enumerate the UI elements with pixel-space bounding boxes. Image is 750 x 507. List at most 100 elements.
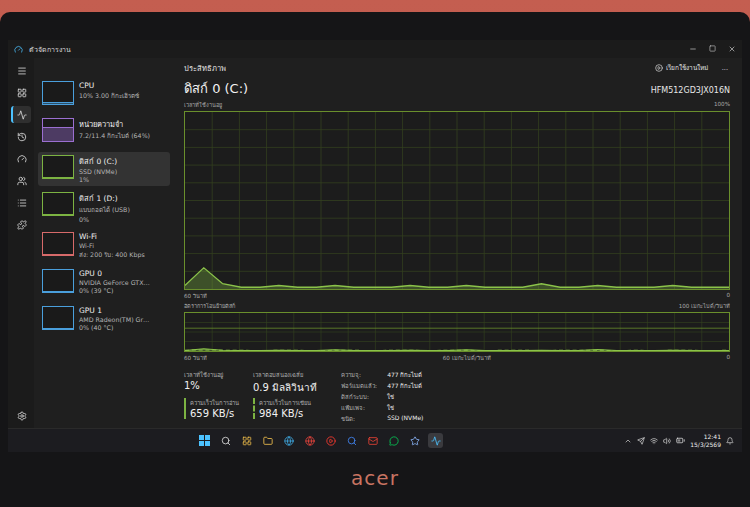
- bell-icon[interactable]: [726, 437, 734, 445]
- property-value: ใช่: [387, 403, 423, 413]
- sidebar-text: CPU10% 3.00 กิกะเฮิรตซ์: [79, 81, 139, 101]
- nav-button[interactable]: [11, 407, 31, 424]
- run-task-button[interactable]: เรียกใช้งานใหม่: [653, 62, 710, 74]
- sidebar-item-detail: 0%: [79, 216, 130, 223]
- volume-icon[interactable]: [663, 437, 671, 445]
- disk-header: ดิสก์ 0 (C:) HFM512GD3JX016N: [184, 78, 730, 99]
- thumbnail-fill: [43, 177, 73, 178]
- taskbar-app[interactable]: [386, 433, 401, 448]
- sidebar-item-name: GPU 1: [79, 306, 149, 315]
- stat-item: ความเร็วในการอ่าน659 KB/s: [184, 398, 239, 419]
- close-icon[interactable]: [728, 45, 736, 53]
- gmail-icon: [368, 436, 378, 446]
- sidebar-item-detail: AMD Radeon(TM) Gr…: [79, 316, 149, 323]
- taskbar-app[interactable]: [260, 433, 275, 448]
- search-button[interactable]: [218, 433, 233, 448]
- sidebar-item-name: หน่วยความจำ: [79, 118, 150, 130]
- sidebar-item[interactable]: Wi-FiWi-Fiส่ง: 200 รับ: 400 Kbps: [38, 229, 170, 263]
- grid-line: [185, 182, 729, 183]
- window-body: CPU10% 3.00 กิกะเฮิรตซ์หน่วยความจำ7.2/11…: [8, 58, 742, 428]
- folder-icon: [263, 436, 273, 446]
- taskbar-app[interactable]: [323, 433, 338, 448]
- minimize-icon[interactable]: [689, 45, 697, 53]
- read-line: [185, 349, 729, 351]
- property-value: ใช่: [387, 392, 423, 402]
- sidebar-item[interactable]: GPU 0NVIDIA GeForce GTX…0% (39 °C): [38, 266, 170, 300]
- stats-area: เวลาที่ใช้งานอยู่1%เวลาตอบสนองเฉลี่ย0.9 …: [184, 364, 730, 424]
- nav-button[interactable]: [11, 194, 31, 211]
- taskbar-app[interactable]: [344, 433, 359, 448]
- transfer-rate-graph: [185, 313, 729, 351]
- performance-icon: [17, 110, 27, 120]
- nav-rail: [8, 58, 34, 428]
- nav-button[interactable]: [11, 106, 31, 123]
- wifi-icon[interactable]: [650, 437, 658, 445]
- telegram-icon[interactable]: [637, 437, 645, 445]
- taskbar-app[interactable]: [302, 433, 317, 448]
- nav-button[interactable]: [11, 150, 31, 167]
- property-label: ความจุ:: [341, 370, 377, 380]
- sidebar-item-name: ดิสก์ 1 (D:): [79, 192, 130, 204]
- write-line: [185, 349, 729, 351]
- nav-button[interactable]: [11, 128, 31, 145]
- sidebar-item-detail: ส่ง: 200 รับ: 400 Kbps: [79, 250, 145, 260]
- sidebar-item-detail: SSD (NVMe): [79, 168, 117, 175]
- chart-label-row: เวลาที่ใช้งานอยู่100%: [184, 101, 730, 109]
- grid-line: [185, 200, 729, 201]
- thumbnail-fill: [43, 254, 73, 255]
- disk-model: HFM512GD3JX016N: [651, 86, 730, 95]
- read-area: [185, 349, 729, 351]
- sidebar-item-detail: แบบถอดได้ (USB): [79, 205, 130, 215]
- property-value: 477 กิกะไบต์: [387, 370, 423, 380]
- stat-item: ความเร็วในการเขียน984 KB/s: [253, 398, 317, 419]
- start-button[interactable]: [197, 433, 212, 448]
- sidebar-text: หน่วยความจำ7.2/11.4 กิกะไบต์ (64%): [79, 118, 150, 141]
- thumbnail-graph: [42, 232, 74, 256]
- sidebar-text: GPU 0NVIDIA GeForce GTX…0% (39 °C): [79, 269, 150, 294]
- nav-button[interactable]: [11, 172, 31, 189]
- taskbar-app[interactable]: [281, 433, 296, 448]
- page-header: ประสิทธิภาพเรียกใช้งานใหม่...: [184, 60, 730, 76]
- active-time-graph: [185, 112, 729, 289]
- thumbnail-graph: [42, 118, 74, 142]
- youtube-icon: [326, 436, 336, 446]
- line-icon: [389, 436, 399, 446]
- more-button[interactable]: ...: [720, 63, 730, 73]
- nav-button[interactable]: [11, 216, 31, 233]
- property-label: แฟ้มเพจ:: [341, 403, 377, 413]
- sidebar-item[interactable]: ดิสก์ 0 (C:)SSD (NVMe)1%: [38, 152, 170, 186]
- taskbar-app[interactable]: [407, 433, 422, 448]
- task-manager-icon: [431, 436, 441, 446]
- thumbnail-graph: [42, 269, 74, 293]
- screen: ตัวจัดการงานCPU10% 3.00 กิกะเฮิรตซ์หน่วย…: [8, 40, 742, 452]
- battery-icon[interactable]: [676, 436, 685, 445]
- clock[interactable]: 12:4115/3/2569: [690, 433, 721, 447]
- property-label: ฟอร์แมตแล้ว:: [341, 381, 377, 391]
- chevron-icon[interactable]: [624, 437, 632, 445]
- edge-icon: [284, 436, 294, 446]
- sidebar-item[interactable]: CPU10% 3.00 กิกะเฮิรตซ์: [38, 78, 170, 112]
- sidebar-item[interactable]: ดิสก์ 1 (D:)แบบถอดได้ (USB)0%: [38, 189, 170, 226]
- sidebar-item[interactable]: หน่วยความจำ7.2/11.4 กิกะไบต์ (64%): [38, 115, 170, 149]
- sidebar-item-detail: NVIDIA GeForce GTX…: [79, 279, 150, 286]
- stat-item: เวลาตอบสนองเฉลี่ย0.9 มิลลิวินาที: [253, 370, 317, 395]
- sidebar-item[interactable]: GPU 1AMD Radeon(TM) Gr…0% (40 °C): [38, 303, 170, 337]
- taskbar: 12:4115/3/2569: [8, 428, 742, 452]
- sidebar-item-detail: 1%: [79, 176, 117, 183]
- maximize-icon[interactable]: [709, 45, 716, 52]
- header-actions: เรียกใช้งานใหม่...: [653, 62, 730, 74]
- taskbar-app[interactable]: [239, 433, 254, 448]
- nav-button[interactable]: [11, 84, 31, 101]
- taskbar-app[interactable]: [428, 433, 443, 448]
- disk-title: ดิสก์ 0 (C:): [184, 78, 248, 99]
- nav-button[interactable]: [11, 62, 31, 79]
- grid-line: [185, 271, 729, 272]
- sidebar-text: ดิสก์ 0 (C:)SSD (NVMe)1%: [79, 155, 117, 183]
- sidebar-text: ดิสก์ 1 (D:)แบบถอดได้ (USB)0%: [79, 192, 130, 223]
- chart-axis-row: 60 วินาที0: [184, 292, 730, 300]
- photo-frame: ตัวจัดการงานCPU10% 3.00 กิกะเฮิรตซ์หน่วย…: [0, 0, 750, 507]
- taskbar-app[interactable]: [365, 433, 380, 448]
- sidebar-item-name: GPU 0: [79, 269, 150, 278]
- bottom-bezel: acer: [8, 452, 742, 507]
- thumbnail-graph: [42, 155, 74, 179]
